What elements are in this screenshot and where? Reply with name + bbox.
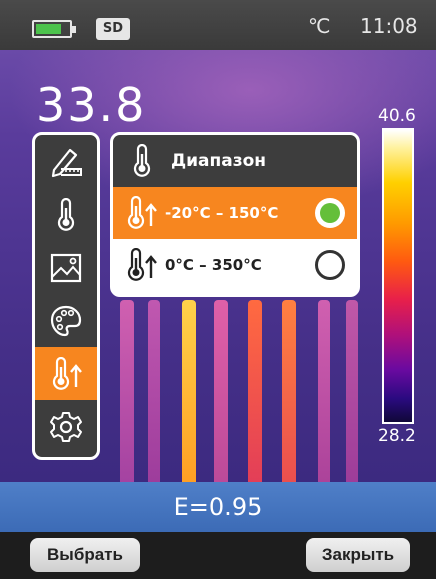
thermometer-up-icon: [127, 196, 157, 229]
softkey-bar: Выбрать Закрыть: [0, 532, 436, 579]
scale-max-label: 40.6: [378, 106, 416, 126]
range-option-label: -20°C – 150°C: [165, 204, 279, 222]
hot-streak: [182, 300, 196, 482]
color-scale-bar: [382, 128, 414, 424]
radio-unselected[interactable]: [315, 250, 345, 280]
thermometer-tool-button[interactable]: [35, 188, 97, 241]
hot-streak: [346, 300, 358, 482]
battery-level-fill: [36, 24, 62, 34]
radio-dot: [320, 203, 340, 223]
settings-tool-button[interactable]: [35, 400, 97, 453]
close-button[interactable]: Закрыть: [306, 538, 410, 572]
gear-icon: [50, 411, 82, 442]
thermometer-up-icon: [127, 248, 157, 281]
hot-streak: [214, 300, 228, 482]
measure-tool-button[interactable]: [35, 135, 97, 188]
radio-selected[interactable]: [315, 198, 345, 228]
range-option-label: 0°C – 350°C: [165, 256, 262, 274]
hot-streak: [120, 300, 134, 482]
thermometer-up-icon: [52, 356, 82, 390]
palette-icon: [50, 305, 82, 336]
palette-tool-button[interactable]: [35, 294, 97, 347]
temperature-unit: ℃: [308, 14, 331, 38]
clock: 11:08: [360, 14, 418, 38]
range-option-high[interactable]: 0°C – 350°C: [113, 239, 357, 291]
range-dialog-title: Диапазон: [171, 151, 267, 171]
hot-streak: [318, 300, 330, 482]
thermometer-icon: [57, 197, 75, 231]
status-bar: SD ℃ 11:08: [0, 0, 436, 50]
pencil-ruler-icon: [51, 148, 82, 177]
image-icon: [50, 253, 82, 282]
range-dialog-header: Диапазон: [113, 135, 357, 187]
range-dialog: Диапазон -20°C – 150°C 0°C – 350°C: [110, 132, 360, 297]
hot-streak: [248, 300, 262, 482]
scale-min-label: 28.2: [378, 426, 416, 446]
thermometer-icon: [133, 144, 151, 177]
image-tool-button[interactable]: [35, 241, 97, 294]
battery-icon: [32, 20, 76, 38]
select-button[interactable]: Выбрать: [30, 538, 140, 572]
range-option-low[interactable]: -20°C – 150°C: [113, 187, 357, 239]
range-tool-button[interactable]: [35, 347, 97, 400]
hot-streak: [282, 300, 296, 482]
emissivity-bar: E=0.95: [0, 482, 436, 532]
center-temperature-reading: 33.8: [36, 78, 147, 132]
hot-streak: [148, 300, 160, 482]
sd-card-badge: SD: [96, 18, 130, 40]
tool-panel: [32, 132, 100, 460]
